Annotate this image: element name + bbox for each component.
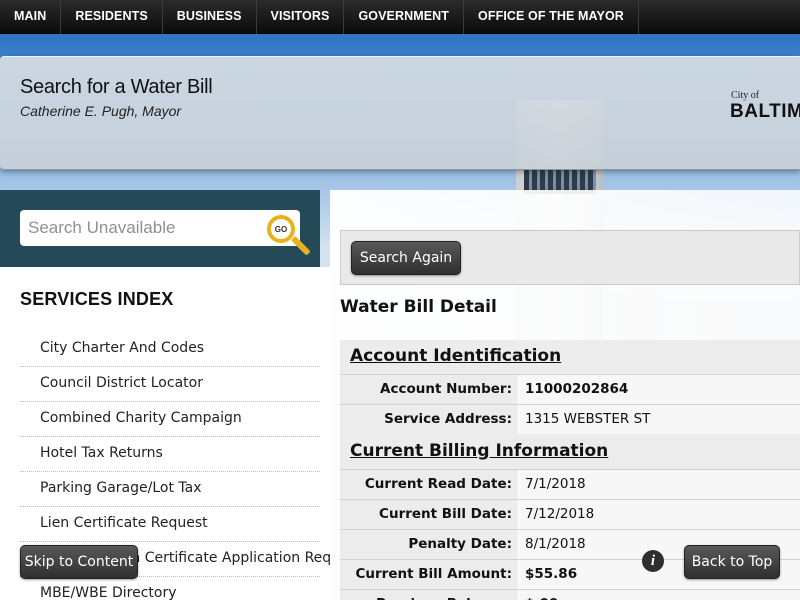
service-address-label: Service Address: (340, 405, 518, 434)
current-read-date-value: 7/1/2018 (519, 470, 800, 499)
nav-item-government[interactable]: GOVERNMENT (344, 0, 465, 34)
magnifier-handle (290, 235, 311, 256)
current-bill-date-value: 7/12/2018 (519, 500, 800, 529)
account-identification-title: Account Identification (350, 346, 562, 366)
services-item-parking-garage-lot-tax[interactable]: Parking Garage/Lot Tax (20, 472, 320, 507)
nav-item-office-of-the-mayor[interactable]: OFFICE OF THE MAYOR (464, 0, 639, 34)
nav-item-main[interactable]: MAIN (0, 0, 62, 34)
service-address-value: 1315 WEBSTER ST (519, 405, 800, 434)
info-icon[interactable]: i (642, 550, 664, 572)
table-row: Current Bill Date: 7/12/2018 (340, 499, 800, 529)
services-item-council-district-locator[interactable]: Council District Locator (20, 367, 320, 402)
current-read-date-label: Current Read Date: (340, 470, 518, 499)
account-number-label: Account Number: (340, 375, 518, 404)
city-logo[interactable]: BALTIM (730, 101, 800, 123)
nav-item-residents[interactable]: RESIDENTS (61, 0, 163, 34)
back-to-top-button[interactable]: Back to Top (684, 545, 780, 579)
table-row: Account Number: 11000202864 (340, 374, 800, 404)
account-number-value: 11000202864 (519, 375, 800, 404)
current-billing-title: Current Billing Information (350, 441, 609, 461)
table-row: Previous Balance: $.00 (340, 589, 800, 600)
go-label: GO (274, 224, 288, 234)
current-bill-date-label: Current Bill Date: (340, 500, 518, 529)
magnifier-icon: GO (267, 215, 295, 243)
services-index-title: SERVICES INDEX (20, 289, 174, 309)
previous-balance-label: Previous Balance: (340, 590, 518, 600)
services-item-lien-certificate-request[interactable]: Lien Certificate Request (20, 507, 320, 542)
water-bill-detail-title: Water Bill Detail (340, 297, 497, 317)
services-item-city-charter[interactable]: City Charter And Codes (20, 332, 320, 367)
services-item-mbe-wbe-directory[interactable]: MBE/WBE Directory (20, 577, 320, 600)
services-item-combined-charity-campaign[interactable]: Combined Charity Campaign (20, 402, 320, 437)
search-go-button[interactable]: GO (267, 215, 313, 257)
mayor-subtitle: Catherine E. Pugh, Mayor (20, 103, 182, 119)
city-logo-small-text: City of (731, 90, 760, 101)
current-bill-amount-label: Current Bill Amount: (340, 560, 518, 589)
table-row: Service Address: 1315 WEBSTER ST (340, 404, 800, 434)
table-row: Current Read Date: 7/1/2018 (340, 469, 800, 499)
search-input[interactable] (20, 210, 300, 246)
nav-item-visitors[interactable]: VISITORS (257, 0, 345, 34)
services-item-hotel-tax-returns[interactable]: Hotel Tax Returns (20, 437, 320, 472)
page-title: Search for a Water Bill (20, 76, 213, 98)
penalty-date-label: Penalty Date: (340, 530, 518, 559)
previous-balance-value: $.00 (519, 590, 800, 600)
nav-item-business[interactable]: BUSINESS (163, 0, 257, 34)
search-again-button[interactable]: Search Again (351, 241, 461, 275)
skip-to-content-button[interactable]: Skip to Content (20, 545, 138, 579)
top-navigation: MAIN RESIDENTS BUSINESS VISITORS GOVERNM… (0, 0, 800, 34)
